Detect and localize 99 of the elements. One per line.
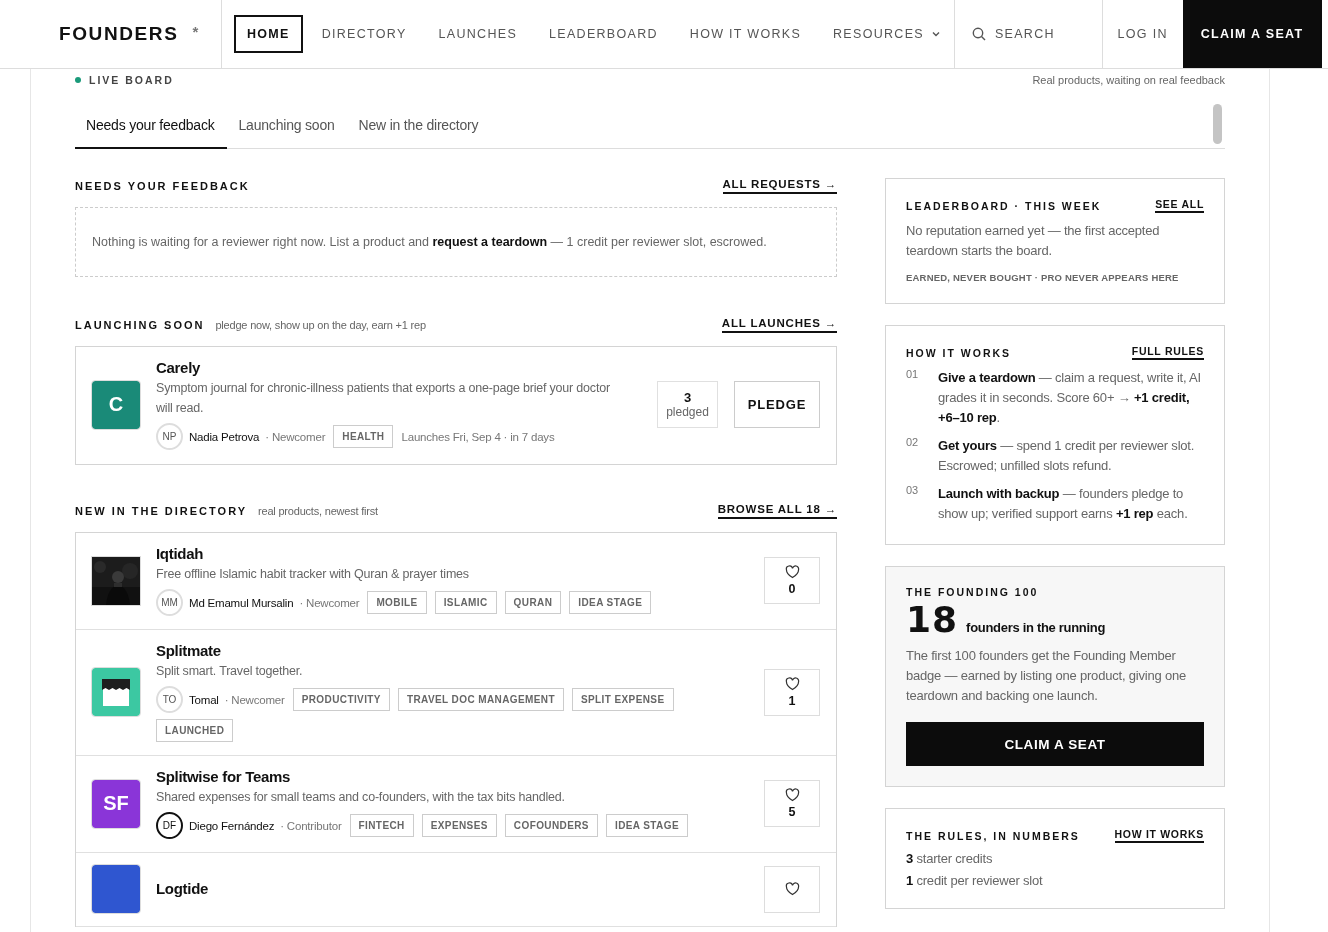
section-link[interactable]: ALL LAUNCHES → <box>721 317 837 333</box>
section-note: real products, newest first <box>258 505 378 517</box>
product-description: Free offline Islamic habit tracker with Quran & prayer times <box>156 566 470 583</box>
product-name[interactable]: Splitwise for Teams <box>156 768 728 785</box>
step-text: Get yours — spend 1 credit per reviewer slot. Escrowed; unfilled slots refund. <box>938 437 1196 475</box>
nav-link[interactable]: DIRECTORY <box>308 15 420 53</box>
product-description: Symptom journal for chronic-illness patients that exports a one-page brief your doctor will read. <box>156 380 611 417</box>
category-tag[interactable]: HEALTH <box>333 425 394 448</box>
card-link[interactable]: FULL RULES <box>1131 345 1204 360</box>
search-button[interactable]: SEARCH <box>954 0 1103 68</box>
founder-count: 18 <box>906 600 959 640</box>
product-logo: C <box>92 380 140 429</box>
category-tag[interactable]: MOBILE <box>367 591 427 614</box>
empty-message: Nothing is waiting for a reviewer right now. List a product and request a teardown — 1 credit per reviewer slot, escrowed. <box>92 235 767 249</box>
step-number: 02 <box>906 436 920 450</box>
category-tag[interactable]: EXPENSES <box>421 814 497 837</box>
logo-mark: * <box>192 22 199 40</box>
author-role: · Newcomer <box>265 430 326 443</box>
author-name[interactable]: Md Emamul Mursalin <box>189 596 294 609</box>
section-title: NEW IN THE DIRECTORY <box>75 505 247 517</box>
like-button[interactable]: 1 <box>764 668 820 716</box>
pledge-button[interactable]: PLEDGE <box>734 381 820 428</box>
nav-link[interactable]: LAUNCHES <box>425 15 531 53</box>
card-title: THE RULES, IN NUMBERS <box>906 829 1080 842</box>
like-button[interactable]: 5 <box>764 780 820 827</box>
count-label: founders in the running <box>966 620 1106 635</box>
card-footnote: EARNED, NEVER BOUGHT · PRO NEVER APPEARS HERE <box>906 272 1180 283</box>
product-name[interactable]: Iqtidah <box>156 545 728 562</box>
product-description: Shared expenses for small teams and co-founders, with the tax bits handled. <box>156 789 566 806</box>
claim-seat-button[interactable]: CLAIM A SEAT <box>906 722 1204 766</box>
author-name[interactable]: Nadia Petrova <box>189 430 260 443</box>
rule-item: 3 starter credits <box>906 851 994 866</box>
author-name[interactable]: Diego Fernández <box>189 819 275 832</box>
step-text: Launch with backup — founders pledge to show up; verified support earns +1 rep each. <box>938 485 1189 523</box>
step-text: Give a teardown — claim a request, write it, AI grades it in seconds. Score 60+ → +1 credit, +6–10 rep. <box>938 369 1202 427</box>
like-button[interactable]: 0 <box>764 557 820 604</box>
heart-icon <box>784 788 800 802</box>
rule-item: 1 credit per reviewer slot <box>906 873 1044 888</box>
category-tag[interactable]: IDEA STAGE <box>605 814 688 837</box>
heart-icon <box>784 676 800 691</box>
section-link[interactable]: BROWSE ALL 18 → <box>717 503 837 519</box>
login-link[interactable]: LOG IN <box>1102 0 1183 68</box>
section-title: LAUNCHING SOON <box>75 319 205 331</box>
nav-link[interactable]: HOW IT WORKS <box>676 15 815 53</box>
nav-link[interactable]: HOME <box>234 15 303 53</box>
card-title: HOW IT WORKS <box>906 346 1012 359</box>
product-logo: SF <box>92 779 140 828</box>
nav-link[interactable]: RESOURCES <box>820 15 954 53</box>
section-note: pledge now, show up on the day, earn +1 rep <box>215 319 426 331</box>
card-text: The first 100 founders get the Founding Member badge — earned by listing one product, giving one teardown and backing one launch. <box>906 647 1187 705</box>
product-row[interactable]: Logtide <box>76 853 836 927</box>
search-icon <box>971 27 986 41</box>
launch-date: Launches Fri, Sep 4 · in 7 days <box>401 430 555 443</box>
avatar: DF <box>156 812 183 839</box>
category-tag[interactable]: SPLIT EXPENSE <box>571 688 674 711</box>
category-tag[interactable]: PRODUCTIVITY <box>292 688 390 711</box>
avatar: TO <box>156 686 183 713</box>
claim-seat-button[interactable]: CLAIM A SEAT <box>1182 0 1322 68</box>
author-role: · Contributor <box>280 819 342 832</box>
card-title: THE FOUNDING 100 <box>906 586 1040 598</box>
heart-icon <box>784 882 800 896</box>
logo[interactable]: FOUNDERS <box>59 23 179 45</box>
author-role: · Newcomer <box>299 596 360 609</box>
avatar: MM <box>156 589 183 616</box>
product-row[interactable]: SF Splitwise for Teams Shared expenses for small teams and co-founders, with the tax bits handled. DF Diego Fernández · Contributor FINTECH EXPENSES COFOUNDERS IDEA STAGE 5 <box>76 756 836 853</box>
tab[interactable]: Needs your feedback <box>75 102 227 149</box>
product-description: Split smart. Travel together. <box>156 663 304 680</box>
card-link[interactable]: HOW IT WORKS <box>1114 828 1204 843</box>
product-name[interactable]: Logtide <box>156 879 728 897</box>
tab[interactable]: New in the directory <box>346 102 491 149</box>
card-link[interactable]: SEE ALL <box>1155 198 1204 213</box>
section-title: NEEDS YOUR FEEDBACK <box>75 180 250 192</box>
category-tag[interactable]: QURAN <box>504 591 562 614</box>
card-text: No reputation earned yet — the first accepted teardown starts the board. <box>906 222 1161 260</box>
product-row[interactable]: Splitmate Split smart. Travel together. TO Tomal · Newcomer PRODUCTIVITY TRAVEL DOC MANAGEMENT SPLIT EXPENSE LAUNCHED 1 <box>76 630 836 756</box>
product-name[interactable]: Carely <box>156 359 641 376</box>
like-button[interactable] <box>764 865 820 913</box>
product-name[interactable]: Splitmate <box>156 642 728 659</box>
live-note: Real products, waiting on real feedback <box>1032 74 1225 86</box>
category-tag[interactable]: FINTECH <box>349 814 414 837</box>
step-number: 01 <box>906 368 920 382</box>
tab[interactable]: Launching soon <box>226 102 347 149</box>
category-tag[interactable]: COFOUNDERS <box>504 814 598 837</box>
category-tag[interactable]: TRAVEL DOC MANAGEMENT <box>397 688 564 711</box>
category-tag[interactable]: LAUNCHED <box>156 719 234 742</box>
category-tag[interactable]: IDEA STAGE <box>569 591 652 614</box>
nav-link[interactable]: LEADERBOARD <box>536 15 671 53</box>
scrollbar[interactable] <box>1213 104 1222 144</box>
author-name[interactable]: Tomal <box>189 693 219 706</box>
pledge-count: 3 pledged <box>657 381 718 428</box>
step-number: 03 <box>906 484 920 498</box>
section-link[interactable]: ALL REQUESTS → <box>722 178 837 194</box>
heart-icon <box>784 565 800 579</box>
card-title: LEADERBOARD · THIS WEEK <box>906 199 1102 212</box>
product-row[interactable]: Iqtidah Free offline Islamic habit tracker with Quran & prayer times MM Md Emamul Mursalin · Newcomer MOBILE ISLAMIC QURAN IDEA STAGE 0 <box>76 533 836 630</box>
live-label: LIVE BOARD <box>89 74 174 86</box>
category-tag[interactable]: ISLAMIC <box>434 591 497 614</box>
avatar: NP <box>156 423 183 450</box>
author-role: · Newcomer <box>224 693 285 706</box>
